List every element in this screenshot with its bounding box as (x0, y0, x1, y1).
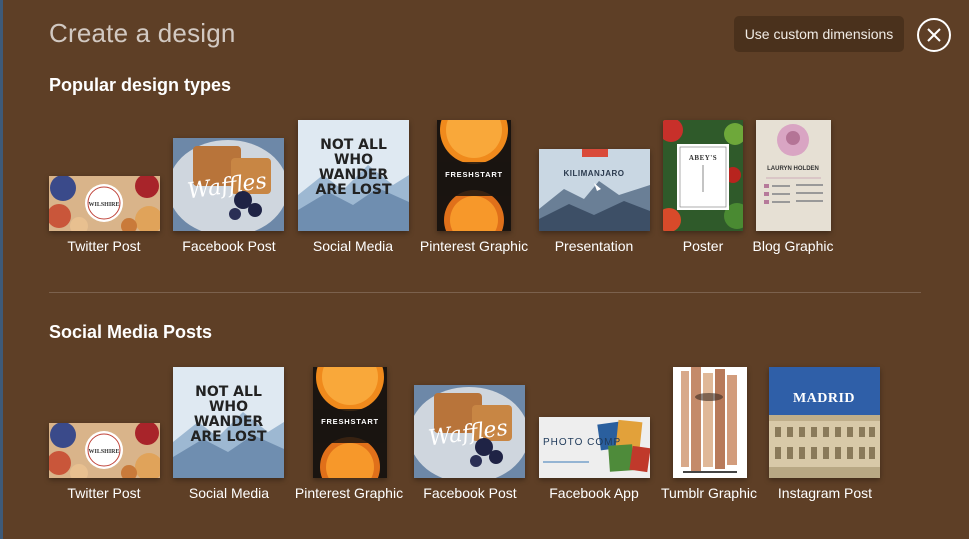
instagram-post-thumbnail: MADRID (769, 367, 880, 478)
instagram-post-label: Instagram Post (777, 485, 873, 501)
facebook-post-label: Facebook Post (182, 238, 276, 254)
tumblr-graphic-thumbnail (673, 367, 747, 478)
presentation-thumbnail: KILIMANJARO (539, 149, 650, 231)
close-icon (927, 28, 941, 42)
facebook-app-thumb-text: PHOTO COMP (543, 437, 621, 448)
pinterest-graphic-thumbnail: FRESHSTART (313, 367, 387, 478)
presentation-thumb-text: KILIMANJARO (563, 169, 624, 178)
instagram-post-thumb-text: MADRID (793, 391, 855, 406)
blog-graphic-label: Blog Graphic (752, 238, 834, 254)
facebook-app-thumbnail: PHOTO COMP (539, 417, 650, 478)
social-media-thumb-text: NOT ALL WHO WANDER ARE LOST (190, 385, 267, 445)
pinterest-graphic-thumbnail: FRESHSTART (437, 120, 511, 231)
pinterest-graphic-label: Pinterest Graphic (294, 485, 404, 501)
blog-graphic-thumb-text: LAURYN HOLDEN (767, 166, 819, 172)
pinterest-graphic-thumb-text: FRESHSTART (445, 170, 503, 179)
social-media-thumbnail: NOT ALL WHO WANDER ARE LOST (173, 367, 284, 478)
twitter-post-thumbnail: WILSHIRE (49, 176, 160, 231)
facebook-app-label: Facebook App (549, 485, 639, 501)
section-title-social-media-posts: Social Media Posts (49, 322, 213, 342)
poster-label: Poster (682, 238, 724, 254)
window-edge (0, 0, 3, 539)
twitter-post-thumb-text: WILSHIRE (88, 449, 119, 455)
section-title-popular: Popular design types (49, 75, 232, 95)
social-media-thumbnail: NOT ALL WHO WANDER ARE LOST (298, 120, 409, 231)
social-media-label: Social Media (188, 485, 270, 501)
blog-graphic-thumbnail: LAURYN HOLDEN (756, 120, 831, 231)
poster-thumbnail: ABEY'S (663, 120, 743, 231)
use-custom-dimensions-button[interactable]: Use custom dimensions (734, 16, 904, 52)
poster-thumb-text: ABEY'S (689, 154, 717, 162)
facebook-post-thumbnail: Waffles (173, 138, 284, 231)
section-divider (49, 292, 921, 293)
twitter-post-thumbnail: WILSHIRE (49, 423, 160, 478)
twitter-post-thumb-text: WILSHIRE (88, 202, 119, 208)
social-media-label: Social Media (312, 238, 394, 254)
presentation-label: Presentation (554, 238, 634, 254)
social-media-thumb-text: NOT ALL WHO WANDER ARE LOST (315, 138, 392, 198)
pinterest-graphic-thumb-text: FRESHSTART (321, 417, 379, 426)
pinterest-graphic-label: Pinterest Graphic (419, 238, 529, 254)
twitter-post-label: Twitter Post (67, 238, 141, 254)
tumblr-graphic-label: Tumblr Graphic (661, 485, 757, 501)
page-title: Create a design (49, 18, 236, 48)
facebook-post-label: Facebook Post (423, 485, 517, 501)
close-button[interactable] (917, 18, 951, 52)
twitter-post-label: Twitter Post (67, 485, 141, 501)
facebook-post-thumbnail: Waffles (414, 385, 525, 478)
